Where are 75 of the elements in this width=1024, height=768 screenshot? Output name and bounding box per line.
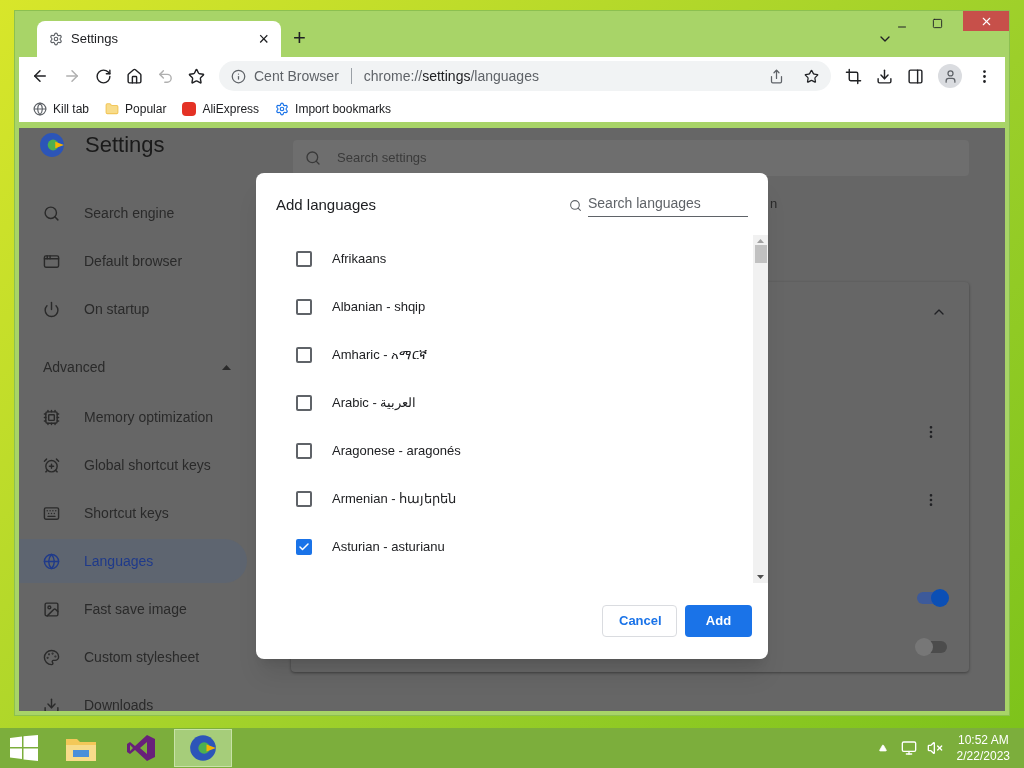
- profile-avatar[interactable]: [938, 64, 962, 88]
- toggle-switch[interactable]: [917, 641, 947, 653]
- taskbar-app-button[interactable]: [174, 729, 232, 767]
- reload-icon[interactable]: [95, 67, 112, 85]
- language-option[interactable]: Albanian - shqip: [276, 283, 753, 331]
- language-option[interactable]: Armenian - հայերեն: [276, 475, 753, 523]
- power-icon: [43, 300, 60, 318]
- gear-icon: [49, 32, 63, 46]
- share-icon[interactable]: [769, 68, 784, 84]
- globe-icon: [43, 552, 60, 570]
- checkbox[interactable]: [296, 395, 312, 411]
- search-icon: [305, 150, 321, 166]
- language-option[interactable]: Arabic - العربية: [276, 379, 753, 427]
- add-button[interactable]: Add: [685, 605, 752, 637]
- star-icon[interactable]: [188, 67, 205, 85]
- search-icon: [43, 204, 60, 222]
- visual-studio-icon[interactable]: [126, 733, 156, 763]
- download-icon: [43, 696, 60, 711]
- cancel-button[interactable]: Cancel: [602, 605, 677, 637]
- settings-title: Settings: [85, 131, 165, 159]
- browser-logo: [39, 131, 65, 158]
- image-icon: [43, 600, 60, 618]
- muted-speaker-icon[interactable]: [926, 740, 943, 756]
- language-option[interactable]: Afrikaans: [276, 235, 753, 283]
- alarm-clock-icon: [43, 456, 60, 474]
- dialog-title: Add languages: [276, 194, 378, 215]
- globe-icon: [33, 101, 47, 116]
- chip-icon: [43, 408, 60, 426]
- back-icon[interactable]: [31, 67, 49, 85]
- search-languages-field[interactable]: Search languages: [588, 193, 748, 217]
- checkbox[interactable]: [296, 251, 312, 267]
- browser-tab[interactable]: Settings ×: [37, 21, 281, 57]
- language-option[interactable]: Asturian - asturianu: [276, 523, 753, 571]
- search-icon: [569, 198, 582, 212]
- folder-icon: [105, 101, 120, 116]
- scrollbar[interactable]: [753, 235, 768, 583]
- windows-logo-icon[interactable]: [10, 735, 38, 761]
- side-panel-icon[interactable]: [907, 67, 924, 85]
- palette-icon: [43, 648, 60, 666]
- toggle-switch[interactable]: [917, 592, 947, 604]
- maximize-icon[interactable]: [932, 18, 943, 29]
- checkbox[interactable]: [296, 491, 312, 507]
- site-name: Cent Browser: [254, 66, 339, 86]
- bookmark-item[interactable]: Popular: [105, 99, 167, 118]
- checkbox[interactable]: [296, 299, 312, 315]
- bookmark-item[interactable]: AliExpress: [182, 99, 260, 118]
- network-icon[interactable]: [900, 740, 917, 756]
- show-hidden-icons[interactable]: [878, 744, 887, 752]
- address-bar[interactable]: Cent Browser chrome://settings/languages: [219, 61, 831, 91]
- info-icon: [231, 68, 246, 84]
- browser-window-icon: [43, 252, 60, 270]
- browser-logo: [189, 734, 217, 762]
- scroll-down-icon[interactable]: [757, 575, 764, 579]
- language-option[interactable]: Aragonese - aragonés: [276, 427, 753, 475]
- bookmark-item[interactable]: Kill tab: [33, 99, 90, 118]
- url-text: chrome://settings/languages: [363, 66, 540, 86]
- scrollbar-thumb[interactable]: [754, 245, 767, 263]
- description-text: n: [770, 195, 778, 213]
- tab-title: Settings: [71, 30, 119, 49]
- bookmark-star-icon[interactable]: [804, 68, 819, 84]
- checkbox[interactable]: [296, 539, 312, 555]
- bookmark-item[interactable]: Import bookmarks: [275, 99, 392, 118]
- person-icon: [942, 68, 958, 84]
- checkbox[interactable]: [296, 347, 312, 363]
- download-icon[interactable]: [876, 67, 893, 85]
- bag-icon: [182, 101, 197, 116]
- crop-icon[interactable]: [845, 67, 862, 85]
- home-icon[interactable]: [126, 67, 143, 85]
- language-option[interactable]: Amharic - አማርኛ: [276, 331, 753, 379]
- tab-close-button[interactable]: ×: [258, 30, 269, 48]
- checkbox[interactable]: [296, 443, 312, 459]
- checkmark-icon: [298, 541, 310, 553]
- gear-icon: [275, 101, 290, 116]
- keyboard-icon: [43, 504, 60, 522]
- new-tab-button[interactable]: +: [293, 27, 306, 49]
